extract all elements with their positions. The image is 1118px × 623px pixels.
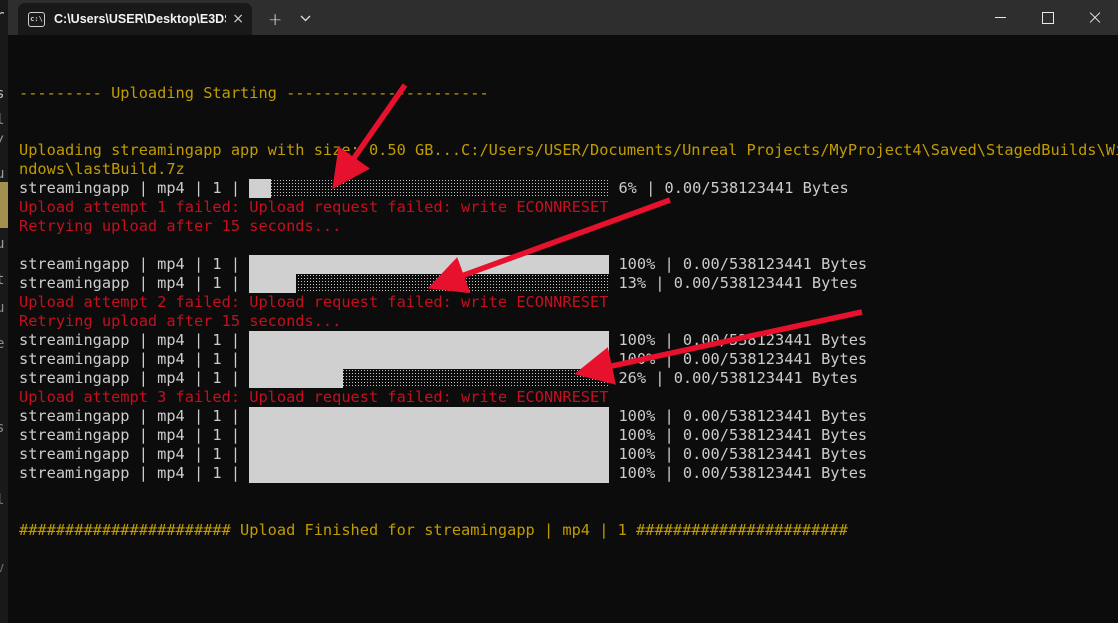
terminal-line: Upload attempt 3 failed: Upload request …: [19, 388, 1118, 407]
terminal-line: streamingapp | mp4 | 1 | 100% | 0.00/538…: [19, 464, 1118, 483]
tab-title: C:\Users\USER\Desktop\E3DS: [54, 12, 226, 26]
progress-bar: [249, 255, 609, 274]
terminal-line: [19, 236, 1118, 255]
background-window-fragment: r: [0, 8, 4, 24]
background-window-fragment: t: [0, 272, 4, 288]
terminal-line: streamingapp | mp4 | 1 | 100% | 0.00/538…: [19, 407, 1118, 426]
terminal-tab[interactable]: c:\ C:\Users\USER\Desktop\E3DS ×: [18, 3, 252, 35]
terminal-line: Retrying upload after 15 seconds...: [19, 312, 1118, 331]
progress-bar: [249, 179, 609, 198]
title-bar: c:\ C:\Users\USER\Desktop\E3DS × +: [8, 0, 1118, 35]
terminal-line: Upload attempt 1 failed: Upload request …: [19, 198, 1118, 217]
maximize-icon: [1042, 12, 1054, 24]
background-window-fragment: v: [0, 560, 4, 576]
background-window-fragment: /: [0, 134, 4, 150]
background-window-fragment: u: [0, 236, 4, 252]
maximize-button[interactable]: [1024, 0, 1071, 35]
terminal-line: Uploading streamingapp app with size: 0.…: [19, 141, 1118, 160]
terminal-line: Retrying upload after 15 seconds...: [19, 217, 1118, 236]
terminal-line: streamingapp | mp4 | 1 | 100% | 0.00/538…: [19, 445, 1118, 464]
terminal-line: streamingapp | mp4 | 1 | 13% | 0.00/5381…: [19, 274, 1118, 293]
close-icon: [1089, 12, 1101, 24]
progress-bar: [249, 426, 609, 445]
terminal-output: --------- Uploading Starting -----------…: [8, 35, 1118, 623]
progress-bar-fill: [249, 255, 609, 274]
terminal-line: ####################### Upload Finished …: [19, 521, 1118, 540]
background-window-edge: rsl/uutueslv: [0, 0, 8, 623]
progress-bar-fill: [249, 407, 609, 426]
progress-bar: [249, 274, 609, 293]
close-button[interactable]: [1071, 0, 1118, 35]
progress-bar: [249, 445, 609, 464]
progress-bar: [249, 407, 609, 426]
terminal-line: streamingapp | mp4 | 1 | 100% | 0.00/538…: [19, 255, 1118, 274]
background-window-fragment: [0, 182, 8, 228]
background-window-fragment: l: [0, 492, 4, 508]
progress-bar-fill: [249, 464, 609, 483]
new-tab-button[interactable]: +: [268, 12, 282, 29]
background-window-fragment: u: [0, 300, 4, 316]
background-window-fragment: s: [0, 420, 4, 436]
terminal-line: streamingapp | mp4 | 1 | 6% | 0.00/53812…: [19, 179, 1118, 198]
tab-dropdown-chevron-icon[interactable]: [300, 7, 311, 26]
background-window-fragment: s: [0, 86, 4, 102]
terminal-line: streamingapp | mp4 | 1 | 100% | 0.00/538…: [19, 331, 1118, 350]
minimize-icon: [995, 17, 1006, 18]
terminal-line: ndows\lastBuild.7z: [19, 160, 1118, 179]
terminal-line: streamingapp | mp4 | 1 | 26% | 0.00/5381…: [19, 369, 1118, 388]
terminal-line: streamingapp | mp4 | 1 | 100% | 0.00/538…: [19, 426, 1118, 445]
progress-bar-fill: [249, 445, 609, 464]
progress-bar-fill: [249, 369, 343, 388]
terminal-line: [19, 122, 1118, 141]
background-window-fragment: e: [0, 336, 4, 352]
progress-bar-fill: [249, 426, 609, 445]
terminal-line: Upload attempt 2 failed: Upload request …: [19, 293, 1118, 312]
background-window-fragment: l: [0, 112, 4, 128]
terminal-line: --------- Uploading Starting -----------…: [19, 84, 1118, 103]
progress-bar-fill: [249, 274, 296, 293]
terminal-line: [19, 502, 1118, 521]
progress-bar: [249, 369, 609, 388]
progress-bar: [249, 464, 609, 483]
progress-bar-fill: [249, 350, 609, 369]
progress-bar-fill: [249, 331, 609, 350]
progress-bar: [249, 350, 609, 369]
progress-bar: [249, 331, 609, 350]
minimize-button[interactable]: [977, 0, 1024, 35]
progress-bar-fill: [249, 179, 271, 198]
terminal-line: [19, 483, 1118, 502]
terminal-line: streamingapp | mp4 | 1 | 100% | 0.00/538…: [19, 350, 1118, 369]
tab-close-icon[interactable]: ×: [232, 11, 244, 27]
cmd-icon: c:\: [28, 12, 45, 27]
background-window-fragment: u: [0, 166, 4, 182]
terminal-line: [19, 103, 1118, 122]
